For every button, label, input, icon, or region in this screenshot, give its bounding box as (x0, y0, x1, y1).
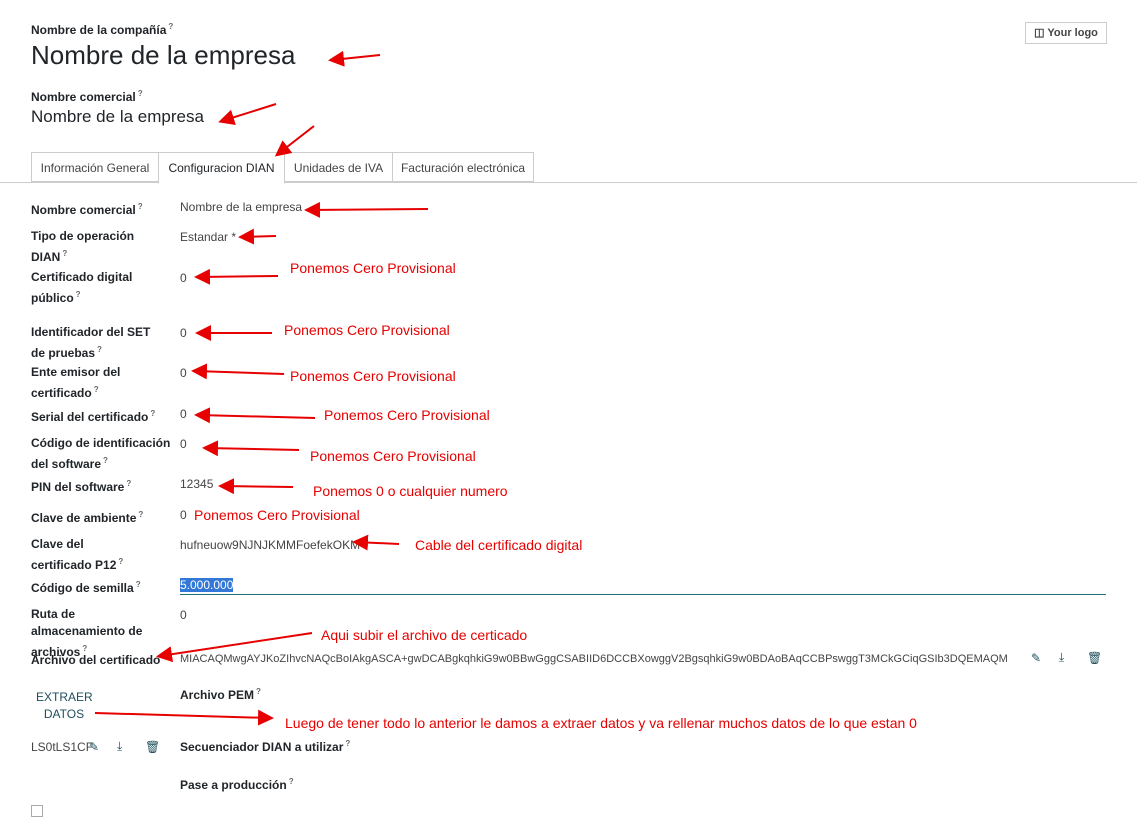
annotation-note: Cable del certificado digital (415, 537, 583, 553)
tab-unidades-iva[interactable]: Unidades de IVA (284, 152, 393, 182)
field-label: Clave del certificado P12? (31, 537, 124, 572)
help-icon[interactable]: ? (168, 22, 173, 31)
annotation-note: Ponemos Cero Provisional (290, 260, 456, 276)
seed-code-input[interactable]: 5.000.000 (180, 576, 1106, 595)
help-icon[interactable]: ? (76, 290, 81, 299)
field-value[interactable]: 0 (180, 607, 187, 624)
help-icon[interactable]: ? (138, 510, 143, 519)
annotation-note: Aqui subir el archivo de certicado (321, 627, 528, 643)
help-icon[interactable]: ? (103, 456, 108, 465)
help-icon[interactable]: ? (118, 557, 123, 566)
field-value[interactable]: 12345 (180, 476, 213, 493)
help-icon[interactable]: ? (138, 89, 143, 98)
annotation-note: Luego de tener todo lo anterior le damos… (285, 715, 917, 731)
pem-label: Archivo PEM? (180, 687, 261, 702)
help-icon[interactable]: ? (162, 652, 167, 661)
help-icon[interactable]: ? (345, 739, 350, 748)
field-value[interactable]: Estandar * (180, 229, 236, 246)
field-value[interactable]: hufneuow9NJNJKMMFoefekOKM (180, 537, 360, 554)
camera-icon: ◫ (1034, 27, 1045, 39)
field-label: Identificador del SET de pruebas? (31, 325, 151, 360)
tab-facturacion-electronica[interactable]: Facturación electrónica (392, 152, 534, 182)
help-icon[interactable]: ? (62, 249, 67, 258)
edit-icon[interactable]: ✎ (89, 740, 99, 754)
field-label: Código de identificación del software? (31, 436, 171, 471)
annotation-note: Ponemos Cero Provisional (194, 507, 360, 523)
annotation-note: Ponemos Cero Provisional (284, 322, 450, 338)
pem-value[interactable]: LS0tLS1CF (31, 740, 93, 754)
download-icon[interactable]: ⤓ (1059, 650, 1064, 665)
seed-code-value: 5.000.000 (180, 578, 234, 592)
company-name-label: Nombre de la compañía? (31, 22, 174, 37)
field-label: Serial del certificado? (31, 409, 156, 424)
annotation-note: Ponemos 0 o cualquier numero (313, 483, 508, 499)
annotation-note: Ponemos Cero Provisional (310, 448, 476, 464)
help-icon[interactable]: ? (256, 687, 261, 696)
certificate-file-value[interactable]: MIACAQMwgAYJKoZIhvcNAQcBoIAkgASCA+gwDCAB… (180, 651, 1022, 668)
help-icon[interactable]: ? (136, 580, 141, 589)
company-name-title[interactable]: Nombre de la empresa (31, 40, 295, 71)
download-icon[interactable]: ⤓ (117, 739, 122, 754)
field-label: Archivo del certificado? (31, 652, 168, 667)
extract-data-button[interactable]: EXTRAER DATOS (36, 689, 93, 723)
help-icon[interactable]: ? (289, 777, 294, 786)
field-value[interactable]: 0 (180, 406, 187, 423)
field-label: Nombre comercial? (31, 202, 143, 217)
trade-name-label: Nombre comercial? (31, 89, 143, 104)
field-label: Tipo de operación DIAN? (31, 229, 135, 264)
logo-button[interactable]: ◫ Your logo (1025, 22, 1107, 44)
field-label: Ente emisor del certificado? (31, 365, 121, 400)
edit-icon[interactable]: ✎ (1031, 651, 1041, 665)
field-label: Certificado digital público? (31, 270, 133, 305)
help-icon[interactable]: ? (150, 409, 155, 418)
field-label: Código de semilla? (31, 580, 141, 595)
production-checkbox[interactable] (31, 805, 43, 817)
field-value[interactable]: 0 (180, 365, 187, 382)
trash-icon[interactable]: 🗑 (1087, 651, 1102, 665)
sequencer-label: Secuenciador DIAN a utilizar? (180, 739, 351, 754)
trash-icon[interactable]: 🗑 (145, 740, 160, 754)
field-value[interactable]: 0 (180, 270, 187, 287)
field-value[interactable]: 0 (180, 325, 187, 342)
field-value[interactable]: 0 (180, 436, 187, 453)
field-value[interactable]: 0 (180, 507, 187, 524)
help-icon[interactable]: ? (138, 202, 143, 211)
field-label: Clave de ambiente? (31, 510, 144, 525)
field-label: PIN del software? (31, 479, 132, 494)
annotation-note: Ponemos Cero Provisional (290, 368, 456, 384)
field-value[interactable]: Nombre de la empresa (180, 199, 302, 216)
help-icon[interactable]: ? (94, 385, 99, 394)
annotation-note: Ponemos Cero Provisional (324, 407, 490, 423)
help-icon[interactable]: ? (97, 345, 102, 354)
trade-name-title[interactable]: Nombre de la empresa (31, 107, 204, 127)
tab-configuracion-dian[interactable]: Configuracion DIAN (158, 152, 285, 184)
help-icon[interactable]: ? (126, 479, 131, 488)
tab-informacion-general[interactable]: Información General (31, 152, 159, 182)
production-label: Pase a producción? (180, 777, 294, 792)
